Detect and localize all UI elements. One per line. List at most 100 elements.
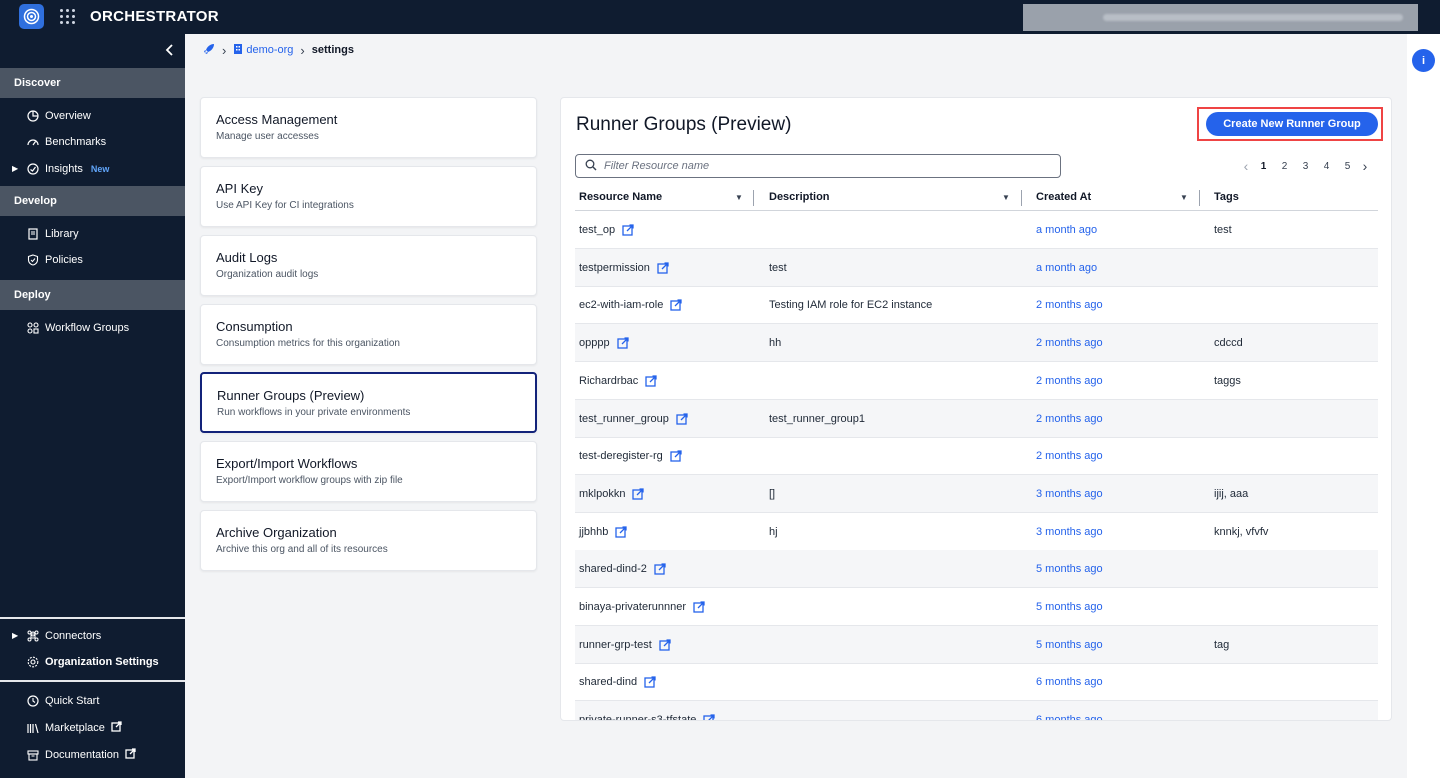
app-logo[interactable] <box>19 4 44 29</box>
info-icon[interactable]: i <box>1412 49 1435 72</box>
sidebar-item-benchmarks[interactable]: Benchmarks <box>26 134 106 150</box>
resource-name-link[interactable]: Richardrbac <box>579 375 638 387</box>
page-5[interactable]: 5 <box>1337 161 1358 172</box>
apps-grid-icon[interactable] <box>60 9 76 25</box>
external-link-icon[interactable] <box>645 375 657 387</box>
resource-name-link[interactable]: mklpokkn <box>579 488 625 500</box>
external-link-icon[interactable] <box>616 337 629 349</box>
filter-icon[interactable]: ▼ <box>1180 193 1188 202</box>
external-link-icon[interactable] <box>703 714 716 720</box>
resource-name-cell: testpermission <box>579 262 669 274</box>
sidebar-item-library[interactable]: Library <box>26 226 79 242</box>
resource-name-link[interactable]: opppp <box>579 337 610 349</box>
external-link-icon[interactable] <box>693 601 705 613</box>
external-link-icon[interactable] <box>676 412 688 425</box>
page-2[interactable]: 2 <box>1274 161 1295 172</box>
table-row[interactable]: shared-dind 6 months ago <box>575 663 1378 702</box>
table-row[interactable]: mklpokkn [] 3 months ago ijij, aaa <box>575 474 1378 513</box>
resource-name-link[interactable]: binaya-privaterunnner <box>579 601 686 613</box>
sidebar-item-policies[interactable]: Policies <box>26 252 83 268</box>
table-row[interactable]: test-deregister-rg 2 months ago <box>575 437 1378 476</box>
table-row[interactable]: private-runner-s3-tfstate 6 months ago <box>575 701 1378 720</box>
sidebar-item-organization-settings[interactable]: Organization Settings <box>26 654 159 670</box>
sidebar-item-label: Insights <box>45 163 83 175</box>
filter-icon[interactable]: ▼ <box>1002 193 1010 202</box>
sidebar-divider <box>0 617 185 619</box>
sidebar-item-overview[interactable]: Overview <box>26 108 91 124</box>
resource-name-cell: shared-dind <box>579 676 656 688</box>
table-row[interactable]: testpermission test a month ago <box>575 248 1378 287</box>
table-row[interactable]: Richardrbac 2 months ago taggs <box>575 362 1378 400</box>
chevron-right-icon[interactable]: › <box>1358 158 1372 174</box>
create-runner-group-button[interactable]: Create New Runner Group <box>1206 112 1378 136</box>
settings-card-access-management[interactable]: Access Management Manage user accesses <box>200 97 537 158</box>
external-link-icon[interactable] <box>622 224 634 236</box>
sidebar-item-marketplace[interactable]: Marketplace <box>26 720 122 736</box>
resource-name-link[interactable]: test-deregister-rg <box>579 450 663 462</box>
created-at-cell: 5 months ago <box>1036 601 1103 613</box>
settings-card-export-import[interactable]: Export/Import Workflows Export/Import wo… <box>200 441 537 502</box>
description-cell: test_runner_group1 <box>769 412 866 425</box>
clock-icon <box>26 695 39 708</box>
resource-name-link[interactable]: jjbhhb <box>579 526 608 538</box>
resource-name-link[interactable]: runner-grp-test <box>579 639 652 651</box>
building-icon <box>233 43 243 57</box>
sidebar-item-label: Policies <box>45 254 83 266</box>
settings-card-consumption[interactable]: Consumption Consumption metrics for this… <box>200 304 537 365</box>
settings-card-archive-organization[interactable]: Archive Organization Archive this org an… <box>200 510 537 571</box>
sidebar-item-documentation[interactable]: Documentation <box>26 747 136 763</box>
collapse-sidebar-icon[interactable] <box>162 42 178 58</box>
description-cell: hh <box>769 337 782 350</box>
table-row[interactable]: test_op a month ago test <box>575 211 1378 249</box>
column-header-resource-name[interactable]: Resource Name <box>579 191 662 205</box>
table-row[interactable]: shared-dind-2 5 months ago <box>575 550 1378 589</box>
resource-name-link[interactable]: testpermission <box>579 262 650 274</box>
resource-name-link[interactable]: ec2-with-iam-role <box>579 299 663 311</box>
external-link-icon[interactable] <box>659 639 671 651</box>
resource-name-link[interactable]: shared-dind <box>579 676 637 688</box>
page-4[interactable]: 4 <box>1316 161 1337 172</box>
command-icon <box>26 630 39 643</box>
chevron-left-icon[interactable]: ‹ <box>1239 158 1253 174</box>
settings-card-audit-logs[interactable]: Audit Logs Organization audit logs <box>200 235 537 296</box>
tags-cell: knnkj, vfvfv <box>1214 525 1269 538</box>
column-header-description[interactable]: Description <box>769 191 830 205</box>
rocket-icon[interactable] <box>203 43 215 58</box>
table-row[interactable]: test_runner_group test_runner_group1 2 mon… <box>575 399 1378 438</box>
resource-name-link[interactable]: shared-dind-2 <box>579 563 647 575</box>
sidebar-item-connectors[interactable]: Connectors <box>26 628 101 644</box>
table-row[interactable]: jjbhhb hj 3 months ago knnkj, vfvfv <box>575 513 1378 551</box>
page-1[interactable]: 1 <box>1253 161 1274 172</box>
sidebar-item-quick-start[interactable]: Quick Start <box>26 693 99 709</box>
external-link-icon[interactable] <box>657 262 669 274</box>
search-field[interactable] <box>575 154 1061 178</box>
table-row[interactable]: opppp hh 2 months ago cdccd <box>575 324 1378 363</box>
external-link-icon[interactable] <box>632 488 645 500</box>
sidebar-item-insights[interactable]: Insights New <box>26 161 109 177</box>
breadcrumb-org-link[interactable]: demo-org <box>246 44 293 56</box>
external-link-icon[interactable] <box>615 525 628 538</box>
table-row[interactable]: ec2-with-iam-role Testing IAM role for EC… <box>575 286 1378 325</box>
sidebar-item-label: Overview <box>45 110 91 122</box>
settings-card-api-key[interactable]: API Key Use API Key for CI integrations <box>200 166 537 227</box>
resource-name-link[interactable]: private-runner-s3-tfstate <box>579 714 696 720</box>
user-account-menu[interactable] <box>1023 4 1418 31</box>
sidebar-item-workflow-groups[interactable]: Workflow Groups <box>26 320 129 336</box>
settings-card-runner-groups[interactable]: Runner Groups (Preview) Run workflows in… <box>200 372 537 433</box>
table-row[interactable]: binaya-privaterunnner 5 months ago <box>575 588 1378 626</box>
external-link-icon[interactable] <box>644 676 656 689</box>
external-link-icon[interactable] <box>654 563 666 575</box>
page-3[interactable]: 3 <box>1295 161 1316 172</box>
resource-name-link[interactable]: test_op <box>579 224 615 236</box>
created-at-cell: a month ago <box>1036 224 1098 236</box>
table-row[interactable]: runner-grp-test 5 months ago tag <box>575 625 1378 664</box>
external-link-icon[interactable] <box>670 299 683 312</box>
expand-insights-icon[interactable]: ▶ <box>12 164 18 173</box>
filter-icon[interactable]: ▼ <box>735 193 743 202</box>
external-link-icon[interactable] <box>670 450 682 462</box>
resource-name-link[interactable]: test_runner_group <box>579 413 669 425</box>
search-input[interactable] <box>604 160 1044 172</box>
expand-connectors-icon[interactable]: ▶ <box>12 631 18 640</box>
column-header-created-at[interactable]: Created At <box>1036 191 1091 205</box>
resource-name-cell: ec2-with-iam-role <box>579 299 683 312</box>
